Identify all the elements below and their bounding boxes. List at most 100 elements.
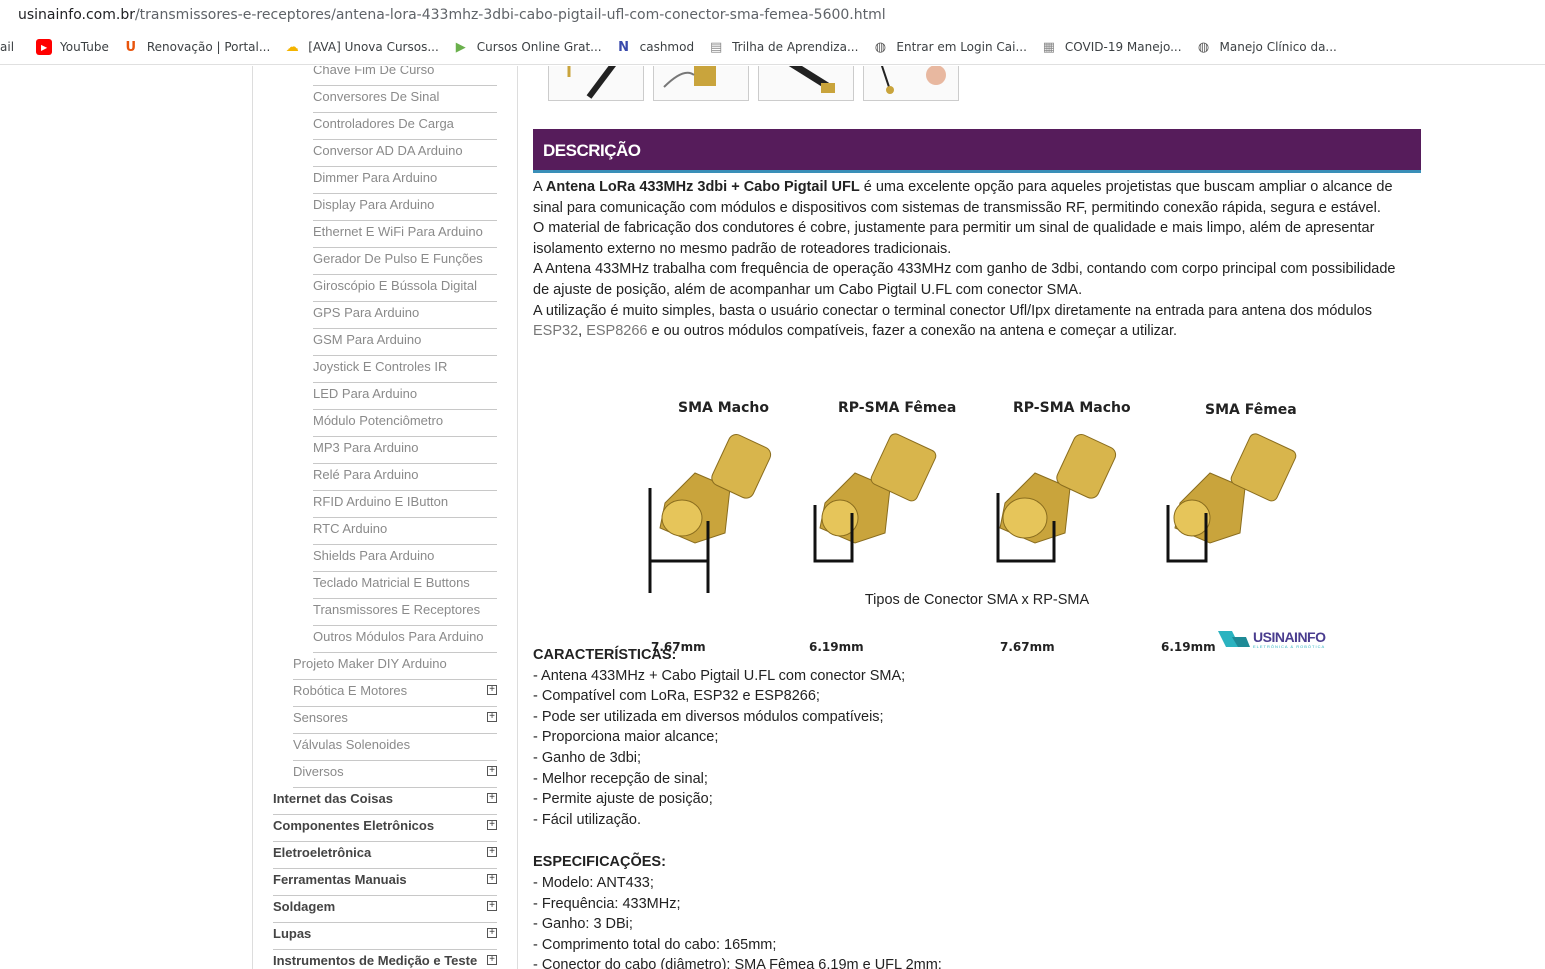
expand-plus-icon[interactable]: + bbox=[487, 820, 497, 830]
sidebar-item-label: Ferramentas Manuais bbox=[273, 872, 407, 887]
sidebar-item[interactable]: GSM Para Arduino bbox=[313, 329, 497, 356]
sidebar-item-label: Instrumentos de Medição e Teste bbox=[273, 953, 478, 968]
sidebar-item[interactable]: Eletroeletrônica + bbox=[273, 842, 497, 869]
sidebar-item[interactable]: Conversores De Sinal bbox=[313, 86, 497, 113]
antenna-thumb-icon bbox=[567, 66, 616, 99]
url-host: usinainfo.com.br bbox=[18, 7, 135, 23]
sidebar-item[interactable]: Sensores + bbox=[293, 707, 497, 734]
url-path: /transmissores-e-receptores/antena-lora-… bbox=[134, 7, 886, 23]
sidebar-item-label: Teclado Matricial E Buttons bbox=[313, 575, 470, 590]
expand-plus-icon[interactable]: + bbox=[487, 685, 497, 695]
bookmark-label: Manejo Clínico da... bbox=[1219, 40, 1337, 54]
thumbnail-1[interactable] bbox=[548, 66, 644, 101]
sidebar-item[interactable]: GPS Para Arduino bbox=[313, 302, 497, 329]
measure-brackets bbox=[648, 493, 1208, 563]
bookmark-label: Trilha de Aprendiza... bbox=[732, 40, 859, 54]
sidebar-item[interactable]: Display Para Arduino bbox=[313, 194, 497, 221]
specs-title: ESPECIFICAÇÕES: bbox=[533, 854, 666, 871]
play-icon: ▶ bbox=[455, 39, 466, 55]
sidebar-item[interactable]: LED Para Arduino bbox=[313, 383, 497, 410]
expand-plus-icon[interactable]: + bbox=[487, 766, 497, 776]
sidebar-item-label: RTC Arduino bbox=[313, 521, 388, 536]
page-content: Chave Fim De Curso Conversores De Sinal Co… bbox=[0, 66, 1545, 969]
sidebar-item[interactable]: Teclado Matricial E Buttons bbox=[313, 572, 497, 599]
sidebar-item[interactable]: Ethernet E WiFi Para Arduino bbox=[313, 221, 497, 248]
sidebar-item[interactable]: Soldagem + bbox=[273, 896, 497, 923]
description-body: A Antena LoRa 433MHz 3dbi + Cabo Pigtail… bbox=[533, 177, 1413, 342]
sidebar-item[interactable]: Relé Para Arduino bbox=[313, 464, 497, 491]
bookmark-3[interactable]: ☁ [AVA] Unova Cursos... bbox=[284, 39, 439, 55]
features-title: CARACTERÍSTICAS: bbox=[533, 647, 677, 663]
features-list: - Antena 433MHz + Cabo Pigtail U.FL com … bbox=[533, 666, 1413, 831]
sidebar-item-label: Internet das Coisas bbox=[273, 791, 393, 806]
thumbnail-2[interactable] bbox=[653, 66, 749, 101]
expand-plus-icon[interactable]: + bbox=[487, 874, 497, 884]
sidebar-item-label: GPS Para Arduino bbox=[313, 305, 420, 320]
sidebar-item[interactable]: MP3 Para Arduino bbox=[313, 437, 497, 464]
category-sidebar: Chave Fim De Curso Conversores De Sinal Co… bbox=[252, 66, 518, 969]
features-section: CARACTERÍSTICAS: - Antena 433MHz + Cabo … bbox=[533, 645, 1413, 969]
p1-prefix: A bbox=[533, 179, 546, 195]
sidebar-item[interactable]: Instrumentos de Medição e Teste + bbox=[273, 950, 497, 969]
bookmark-6[interactable]: ▤ Trilha de Aprendiza... bbox=[708, 39, 858, 55]
sidebar-item[interactable]: Robótica E Motores + bbox=[293, 680, 497, 707]
sidebar-item[interactable]: Gerador De Pulso E Funções bbox=[313, 248, 497, 275]
esp8266-link[interactable]: ESP8266 bbox=[586, 323, 647, 339]
sidebar-item[interactable]: RTC Arduino bbox=[313, 518, 497, 545]
specs-item: - Comprimento total do cabo: 165mm; bbox=[533, 936, 777, 953]
sidebar-item[interactable]: Chave Fim De Curso bbox=[313, 66, 497, 86]
expand-plus-icon[interactable]: + bbox=[487, 793, 497, 803]
bookmark-4[interactable]: ▶ Cursos Online Grat... bbox=[453, 39, 602, 55]
bookmark-7[interactable]: ◍ Entrar em Login Cai... bbox=[872, 39, 1027, 55]
p4-separator: , bbox=[578, 323, 587, 340]
features-item: - Pode ser utilizada em diversos módulos… bbox=[533, 708, 884, 725]
sidebar-item[interactable]: Ferramentas Manuais + bbox=[273, 869, 497, 896]
sidebar-item[interactable]: Projeto Maker DIY Arduino bbox=[293, 653, 497, 680]
expand-plus-icon[interactable]: + bbox=[487, 847, 497, 857]
bookmark-2[interactable]: U Renovação | Portal... bbox=[123, 39, 271, 55]
features-item: - Proporciona maior alcance; bbox=[533, 729, 719, 746]
sidebar-item[interactable]: Transmissores E Receptores bbox=[313, 599, 497, 626]
bookmark-label: COVID-19 Manejo... bbox=[1064, 40, 1182, 54]
thumbnail-3[interactable] bbox=[758, 66, 854, 101]
expand-plus-icon[interactable]: + bbox=[487, 712, 497, 722]
sidebar-item[interactable]: Giroscópio E Bússola Digital bbox=[313, 275, 497, 302]
sidebar-item[interactable]: Internet das Coisas + bbox=[273, 788, 497, 815]
bookmark-1[interactable]: ▶ YouTube bbox=[36, 39, 109, 55]
sidebar-item-label: Dimmer Para Arduino bbox=[313, 170, 438, 185]
sidebar-item[interactable]: Outros Módulos Para Arduino bbox=[313, 626, 497, 653]
address-bar[interactable]: usinainfo.com.br/transmissores-e-recepto… bbox=[0, 0, 1545, 30]
sidebar-item[interactable]: Diversos + bbox=[293, 761, 497, 788]
bookmarks-bar: ail ▶ YouTube U Renovação | Portal... ☁ [AVA] … bbox=[0, 30, 1545, 65]
sidebar-item[interactable]: Controladores De Carga bbox=[313, 113, 497, 140]
esp32-link[interactable]: ESP32 bbox=[533, 323, 578, 339]
url-text[interactable]: usinainfo.com.br/transmissores-e-recepto… bbox=[18, 7, 886, 23]
features-item: - Fácil utilização. bbox=[533, 811, 641, 828]
p4-text: e ou outros módulos compatíveis, fazer a… bbox=[647, 323, 1178, 340]
thumbnail-4[interactable] bbox=[863, 66, 959, 101]
sidebar-item-label: Conversor AD DA Arduino bbox=[313, 143, 463, 158]
expand-plus-icon[interactable]: + bbox=[487, 928, 497, 938]
sidebar-item[interactable]: RFID Arduino E IButton bbox=[313, 491, 497, 518]
sidebar-item[interactable]: Módulo Potenciômetro bbox=[313, 410, 497, 437]
sidebar-item[interactable]: Lupas + bbox=[273, 923, 497, 950]
sidebar-item[interactable]: Válvulas Solenoides bbox=[293, 734, 497, 761]
sidebar-item[interactable]: Shields Para Arduino bbox=[313, 545, 497, 572]
bookmark-5[interactable]: Ncashmod bbox=[616, 39, 694, 55]
specs-item: - Frequência: 433MHz; bbox=[533, 895, 681, 912]
sidebar-item[interactable]: Conversor AD DA Arduino bbox=[313, 140, 497, 167]
bookmark-label: Renovação | Portal... bbox=[146, 40, 271, 54]
sidebar-item[interactable]: Dimmer Para Arduino bbox=[313, 167, 497, 194]
sidebar-item[interactable]: Componentes Eletrônicos + bbox=[273, 815, 497, 842]
sidebar-item[interactable]: Joystick E Controles IR bbox=[313, 356, 497, 383]
features-item: - Melhor recepção de sinal; bbox=[533, 770, 708, 787]
sidebar-item-label: Joystick E Controles IR bbox=[313, 359, 448, 374]
sidebar-item-label: Ethernet E WiFi Para Arduino bbox=[313, 224, 483, 239]
bookmark-8[interactable]: ▦ COVID-19 Manejo... bbox=[1041, 39, 1182, 55]
bookmark-0[interactable]: ail bbox=[0, 40, 14, 54]
expand-plus-icon[interactable]: + bbox=[487, 955, 497, 965]
sidebar-item-label: Display Para Arduino bbox=[313, 197, 435, 212]
expand-plus-icon[interactable]: + bbox=[487, 901, 497, 911]
u-logo-icon: U bbox=[125, 39, 137, 55]
bookmark-9[interactable]: ◍ Manejo Clínico da... bbox=[1196, 39, 1337, 55]
